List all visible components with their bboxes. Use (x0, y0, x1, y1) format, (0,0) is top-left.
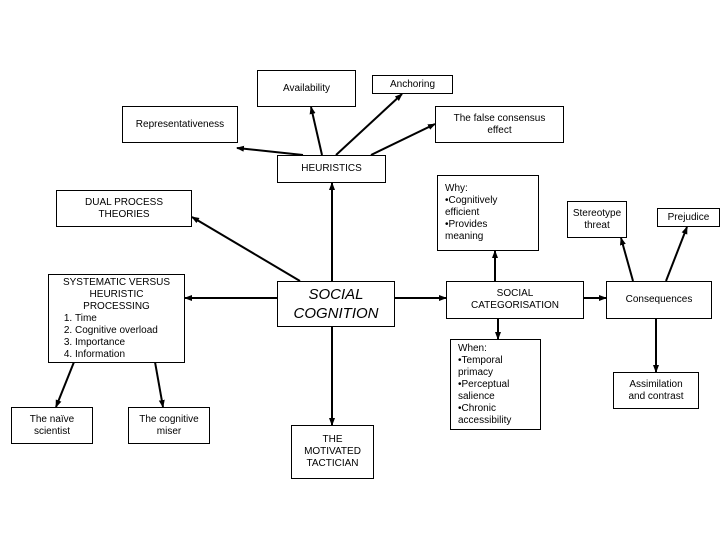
when-line: accessibility (458, 414, 512, 426)
social-cognition-node: SOCIAL COGNITION (277, 281, 395, 327)
availability-label: Availability (282, 82, 331, 94)
why-line: Why: (445, 183, 468, 194)
assimilation-line: and contrast (628, 390, 684, 402)
false-consensus-line: The false consensus (453, 112, 546, 124)
systematic-item: Information (75, 349, 184, 361)
stereotype-threat-node: Stereotype threat (567, 201, 627, 238)
diagram: Availability Anchoring Representativenes… (0, 0, 720, 540)
arrow-to-stereotype-threat (619, 237, 634, 282)
naive-scientist-node: The naïve scientist (11, 407, 93, 444)
arrow-to-naive-scientist (55, 361, 75, 408)
systematic-item: Importance (75, 337, 184, 349)
when-line: •Chronic (458, 402, 496, 414)
dual-process-node: DUAL PROCESS THEORIES (56, 190, 192, 227)
arrow-to-representativeness (236, 145, 304, 156)
when-line: When: (458, 342, 487, 354)
dual-process-line: THEORIES (98, 208, 150, 220)
representativeness-label: Representativeness (135, 118, 225, 130)
arrow-to-false-consensus (370, 123, 436, 156)
naive-scientist-line: The naïve (29, 413, 75, 425)
when-line: •Temporal (458, 354, 503, 366)
representativeness-node: Representativeness (122, 106, 238, 143)
why-line: •Provides (445, 219, 488, 230)
when-line: salience (458, 390, 495, 402)
heuristics-node: HEURISTICS (277, 155, 386, 183)
why-line: •Cognitively (445, 195, 498, 206)
prejudice-label: Prejudice (667, 211, 710, 223)
social-cognition-line: COGNITION (293, 305, 379, 322)
arrow-to-availability (309, 106, 323, 156)
dual-process-line: DUAL PROCESS (85, 196, 163, 208)
cognitive-miser-node: The cognitive miser (128, 407, 210, 444)
consequences-label: Consequences (625, 294, 693, 305)
when-line: •Perceptual (458, 378, 510, 390)
when-node: When: •Temporal primacy •Perceptual sali… (450, 339, 541, 430)
systematic-list: Time Cognitive overload Importance Infor… (49, 313, 184, 361)
motivated-tactician-node: THE MOTIVATED TACTICIAN (291, 425, 374, 479)
social-categorisation-line: SOCIAL (496, 288, 534, 299)
anchoring-node: Anchoring (372, 75, 453, 94)
naive-scientist-line: scientist (33, 425, 71, 437)
prejudice-node: Prejudice (657, 208, 720, 227)
social-categorisation-node: SOCIAL CATEGORISATION (446, 281, 584, 319)
anchoring-label: Anchoring (389, 78, 436, 90)
false-consensus-line: effect (487, 124, 512, 136)
arrow-to-cognitive-miser (154, 361, 165, 408)
when-line: primacy (458, 366, 494, 378)
heuristics-label: HEURISTICS (301, 163, 362, 174)
systematic-node: SYSTEMATIC VERSUS HEURISTIC PROCESSING T… (48, 274, 185, 363)
consequences-node: Consequences (606, 281, 712, 319)
systematic-item: Time (75, 313, 184, 325)
systematic-item: Cognitive overload (75, 325, 184, 337)
systematic-title-line: SYSTEMATIC VERSUS (62, 276, 171, 288)
why-node: Why: •Cognitively efficient •Provides me… (437, 175, 539, 251)
assimilation-line: Assimilation (629, 378, 683, 390)
availability-node: Availability (257, 70, 356, 107)
systematic-title-line: PROCESSING (83, 300, 150, 312)
arrow-to-prejudice (665, 226, 688, 282)
assimilation-node: Assimilation and contrast (613, 372, 699, 409)
social-categorisation-line: CATEGORISATION (471, 300, 559, 311)
false-consensus-node: The false consensus effect (435, 106, 564, 143)
motivated-tactician-line: TACTICIAN (306, 458, 359, 469)
motivated-tactician-line: MOTIVATED (304, 446, 361, 457)
why-line: efficient (445, 207, 480, 218)
motivated-tactician-line: THE (322, 434, 343, 445)
systematic-title-line: HEURISTIC (89, 288, 144, 300)
stereotype-threat-line: threat (584, 219, 610, 231)
social-cognition-line: SOCIAL (308, 286, 364, 303)
cognitive-miser-line: The cognitive (139, 413, 199, 425)
cognitive-miser-line: miser (156, 425, 182, 437)
why-line: meaning (445, 231, 484, 242)
arrow-to-dual-process (191, 216, 301, 282)
stereotype-threat-line: Stereotype (572, 207, 622, 219)
